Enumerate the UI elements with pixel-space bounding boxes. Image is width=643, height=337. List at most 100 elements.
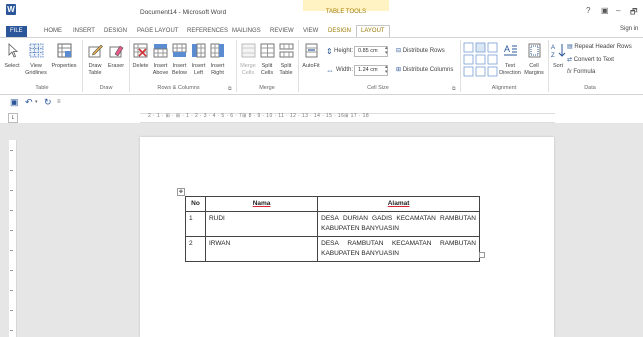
header-no[interactable]: No	[185, 196, 206, 212]
tab-mailings[interactable]: MAILINGS	[228, 26, 265, 37]
delete-button[interactable]: Delete	[131, 43, 150, 70]
autofit-label: AutoFit	[302, 63, 320, 69]
ribbon-separator	[298, 40, 299, 92]
address-word: GADIS	[372, 215, 393, 222]
distribute-columns-icon: ⊞	[396, 67, 402, 73]
select-button[interactable]: Select	[3, 43, 21, 70]
table-resize-handle[interactable]	[479, 252, 485, 258]
tab-review[interactable]: REVIEW	[266, 26, 298, 37]
draw-table-button[interactable]: Draw Table	[85, 43, 105, 77]
document-table[interactable]: No Nama Alamat 1 RUDI DESA DURIAN GADIS …	[185, 196, 480, 262]
ribbon-separator	[236, 40, 237, 92]
tab-insert[interactable]: INSERT	[69, 26, 99, 37]
draw-group-label: Draw	[99, 85, 113, 91]
height-label: Height:	[334, 48, 354, 54]
cell-nama[interactable]: RUDI	[204, 211, 319, 237]
sign-in-link[interactable]: Sign in	[620, 26, 638, 32]
cell-no[interactable]: 1	[185, 211, 206, 237]
view-gridlines-button[interactable]: View Gridlines	[24, 43, 48, 77]
ribbon-display-icon[interactable]: ▣	[601, 6, 609, 15]
convert-to-text-icon: ⇄	[567, 57, 573, 63]
minimize-icon[interactable]: –	[616, 6, 620, 15]
text-direction-button[interactable]: A Text Direction	[497, 43, 523, 77]
merge-cells-button[interactable]: Merge Cells	[239, 43, 257, 77]
eraser-label: Eraser	[107, 63, 125, 69]
height-stepper[interactable]: 0.85 cm	[354, 46, 388, 57]
repeat-header-rows-button[interactable]: ▤ Repeat Header Rows	[567, 43, 632, 50]
header-nama[interactable]: Nama	[204, 196, 319, 212]
insert-below-button[interactable]: Insert Below	[171, 43, 188, 77]
tab-selector-button[interactable]: L	[8, 113, 18, 123]
cursor-icon	[8, 43, 18, 58]
ribbon-separator	[82, 40, 83, 92]
tab-file[interactable]: FILE	[6, 26, 27, 37]
sort-label: Sort	[552, 63, 564, 69]
cell-alamat[interactable]: DESA DURIAN GADIS KECAMATAN RAMBUTAN KAB…	[317, 211, 480, 237]
header-alamat[interactable]: Alamat	[317, 196, 480, 212]
eraser-button[interactable]: Eraser	[106, 43, 126, 70]
tab-home[interactable]: HOME	[40, 26, 66, 37]
distribute-rows-button[interactable]: ⊟ Distribute Rows	[396, 47, 445, 54]
cell-no[interactable]: 2	[185, 236, 206, 262]
svg-text:A: A	[504, 44, 510, 54]
table-move-handle-icon[interactable]: ✥	[177, 188, 185, 196]
split-table-icon	[279, 43, 293, 58]
tab-table-design[interactable]: DESIGN	[324, 26, 355, 37]
ruler-tick	[10, 210, 13, 211]
address-word: DESA	[321, 215, 339, 222]
merge-group-label: Merge	[259, 85, 275, 91]
formula-button[interactable]: fx Formula	[567, 69, 595, 75]
tab-view[interactable]: VIEW	[299, 26, 322, 37]
insert-left-button[interactable]: Insert Left	[190, 43, 207, 77]
ribbon-separator	[129, 40, 130, 92]
width-value: 1.24 cm	[358, 67, 378, 73]
customize-toolbar-icon[interactable]: ≡	[57, 99, 61, 105]
properties-button[interactable]: Properties	[49, 43, 79, 70]
dialog-launcher-icon[interactable]: ⧉	[452, 86, 456, 92]
address-word: KECAMATAN	[396, 215, 436, 222]
view-gridlines-label: View Gridlines	[25, 63, 47, 76]
svg-text:Z: Z	[551, 53, 555, 58]
ruler-tick	[10, 290, 13, 291]
help-icon[interactable]: ?	[586, 6, 590, 15]
ruler-tick	[10, 190, 13, 191]
height-spin-arrows[interactable]: ▴ ▾	[385, 46, 388, 56]
repeat-header-label: Repeat Header Rows	[574, 44, 632, 50]
dialog-launcher-icon[interactable]: ⧉	[228, 86, 232, 92]
insert-above-button[interactable]: Insert Above	[152, 43, 169, 77]
undo-icon[interactable]: ↶	[25, 97, 33, 108]
restore-icon[interactable]: 🗗	[630, 6, 638, 20]
cell-alamat[interactable]: DESA RAMBUTAN KECAMATAN RAMBUTAN KABUPAT…	[317, 236, 480, 262]
ruler-tick	[10, 230, 13, 231]
split-table-button[interactable]: Split Table	[277, 43, 295, 77]
alignment-grid-icon[interactable]	[463, 42, 499, 78]
insert-right-label: Insert Right	[210, 63, 225, 76]
width-spin-arrows[interactable]: ▴ ▾	[385, 65, 388, 75]
insert-right-button[interactable]: Insert Right	[209, 43, 226, 77]
split-cells-button[interactable]: Split Cells	[258, 43, 276, 77]
word-app-icon[interactable]: W	[6, 4, 16, 15]
save-icon[interactable]: ▣	[10, 97, 19, 108]
height-value: 0.85 cm	[358, 48, 378, 54]
alignment-group-label: Alignment	[491, 85, 517, 91]
redo-icon[interactable]: ↻	[44, 97, 52, 108]
width-label: Width:	[336, 67, 354, 73]
data-group-label: Data	[584, 85, 596, 91]
sort-button[interactable]: AZ Sort	[550, 43, 566, 70]
address-word: KECAMATAN	[391, 240, 432, 247]
cell-margins-icon	[528, 43, 540, 58]
width-stepper[interactable]: 1.24 cm	[354, 65, 388, 76]
address-line-1: DESA RAMBUTAN KECAMATAN RAMBUTAN	[321, 239, 476, 249]
undo-dropdown-icon[interactable]: ▾	[35, 99, 38, 105]
table-group-label: Table	[35, 85, 49, 91]
distribute-columns-button[interactable]: ⊞ Distribute Columns	[396, 66, 453, 73]
cell-margins-button[interactable]: Cell Margins	[523, 43, 545, 77]
convert-to-text-button[interactable]: ⇄ Convert to Text	[567, 56, 614, 63]
tab-design[interactable]: DESIGN	[100, 26, 131, 37]
cell-nama[interactable]: IRWAN	[204, 236, 319, 262]
table-header-row: No Nama Alamat	[185, 196, 480, 212]
formula-label: Formula	[573, 69, 596, 75]
autofit-button[interactable]: AutoFit	[300, 43, 322, 70]
tab-references[interactable]: REFERENCES	[183, 26, 232, 37]
tab-page-layout[interactable]: PAGE LAYOUT	[133, 26, 182, 37]
